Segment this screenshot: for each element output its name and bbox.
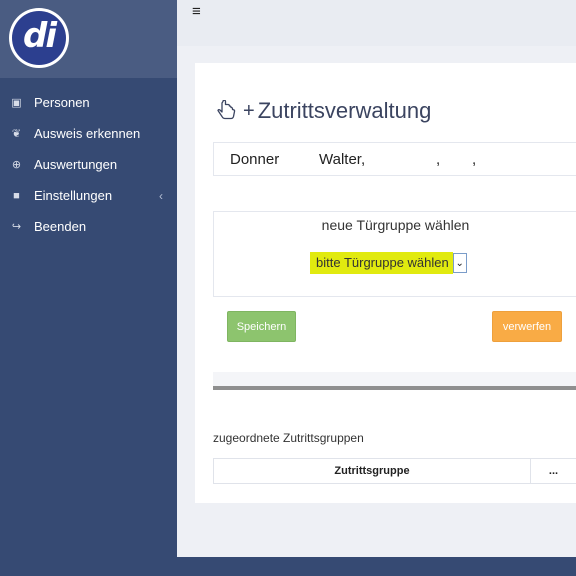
sidebar-item-label: Beenden (34, 219, 87, 234)
sidebar-item-label: Auswertungen (34, 157, 118, 172)
person-separator: , (472, 151, 477, 168)
hamburger-menu-icon[interactable]: ≡ (192, 3, 201, 20)
topbar: ≡ (177, 0, 576, 46)
sidebar-item-label: Einstellungen (34, 188, 113, 203)
sidebar-item-label: Personen (34, 95, 90, 110)
person-firstname: Walter, (319, 151, 366, 168)
chevron-left-icon[interactable]: ‹ (159, 189, 163, 203)
door-group-label: neue Türgruppe wählen (321, 217, 470, 233)
sidebar-item-einstellungen[interactable]: ■ Einstellungen ‹ (0, 180, 177, 211)
save-button[interactable]: Speichern (227, 311, 296, 342)
assigned-groups-table: Zutrittsgruppe ... (213, 458, 576, 484)
binoculars-icon: ❦ (11, 128, 22, 140)
assigned-groups-label: zugeordnete Zutrittsgruppen (213, 431, 364, 445)
person-lastname: Donner (230, 151, 280, 168)
footer-bar (177, 557, 576, 576)
page-header: + Zutrittsverwaltung (217, 98, 431, 124)
lock-icon: ■ (13, 189, 20, 202)
door-group-panel: neue Türgruppe wählen bitte Türgruppe wä… (213, 211, 576, 297)
person-info-box: Donner Walter, , , (213, 142, 576, 176)
sidebar-nav: ▣ Personen ❦ Ausweis erkennen ⊕ Auswertu… (0, 87, 177, 242)
hand-pointer-plus-icon (217, 100, 236, 120)
chevron-down-icon[interactable]: ⌄ (452, 253, 467, 273)
sign-out-icon: ↪ (11, 221, 22, 233)
sidebar-item-label: Ausweis erkennen (34, 126, 141, 141)
sidebar-item-auswertungen[interactable]: ⊕ Auswertungen (0, 149, 177, 180)
sidebar-item-ausweis-erkennen[interactable]: ❦ Ausweis erkennen (0, 118, 177, 149)
page-title: Zutrittsverwaltung (257, 98, 432, 123)
discard-button[interactable]: verwerfen (492, 311, 562, 342)
section-shade (213, 372, 576, 386)
person-card-icon: ▣ (11, 97, 22, 109)
logo[interactable]: di (9, 8, 69, 68)
logo-area: di (0, 0, 177, 78)
person-separator: , (436, 151, 441, 168)
sidebar: di ▣ Personen ❦ Ausweis erkennen ⊕ Auswe… (0, 0, 177, 576)
sidebar-item-beenden[interactable]: ↪ Beenden (0, 211, 177, 242)
door-group-select-value[interactable]: bitte Türgruppe wählen (310, 252, 453, 274)
column-header-zutrittsgruppe[interactable]: Zutrittsgruppe (214, 459, 531, 483)
plus-circle-icon: ⊕ (11, 159, 22, 171)
logo-text: di (23, 16, 57, 56)
section-divider (213, 386, 576, 390)
column-header-actions[interactable]: ... (531, 459, 576, 483)
plus-icon: + (243, 99, 255, 122)
door-group-select[interactable]: bitte Türgruppe wählen ⌄ (310, 252, 467, 274)
sidebar-item-personen[interactable]: ▣ Personen (0, 87, 177, 118)
